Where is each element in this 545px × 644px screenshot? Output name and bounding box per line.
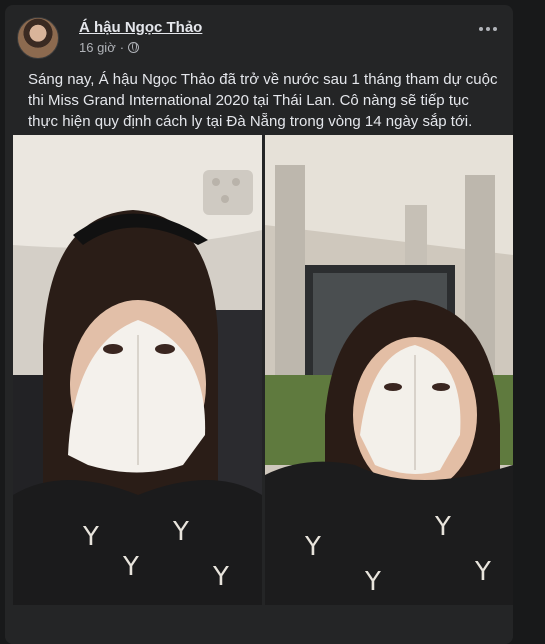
svg-text:Y: Y — [304, 532, 321, 562]
svg-text:Y: Y — [82, 522, 99, 552]
photo-gallery: Y Y Y Y Y Y Y Y — [13, 135, 513, 605]
more-options-icon[interactable] — [479, 27, 497, 31]
post-time[interactable]: 16 giờ — [79, 40, 116, 55]
photo-airport-selfie[interactable]: Y Y Y Y — [265, 135, 513, 605]
svg-text:Y: Y — [474, 557, 491, 587]
svg-text:Y: Y — [122, 552, 139, 582]
svg-text:Y: Y — [172, 517, 189, 547]
separator-dot: · — [119, 40, 125, 55]
author-name[interactable]: Á hậu Ngọc Thảo — [79, 19, 202, 36]
svg-text:Y: Y — [434, 512, 451, 542]
post-footer — [5, 606, 513, 644]
svg-text:Y: Y — [212, 562, 229, 592]
photo-airplane-selfie[interactable]: Y Y Y Y — [13, 135, 262, 605]
svg-text:Y: Y — [364, 567, 381, 597]
post-meta: 16 giờ · — [79, 40, 140, 55]
post-card: Á hậu Ngọc Thảo 16 giờ · Sáng nay, Á hậu… — [5, 5, 513, 644]
globe-icon[interactable] — [128, 42, 140, 53]
airport-selfie-image: Y Y Y Y — [265, 135, 513, 605]
post-text: Sáng nay, Á hậu Ngọc Thảo đã trở về nước… — [28, 71, 498, 130]
author-avatar[interactable] — [17, 17, 59, 59]
airplane-selfie-image: Y Y Y Y — [13, 135, 262, 605]
